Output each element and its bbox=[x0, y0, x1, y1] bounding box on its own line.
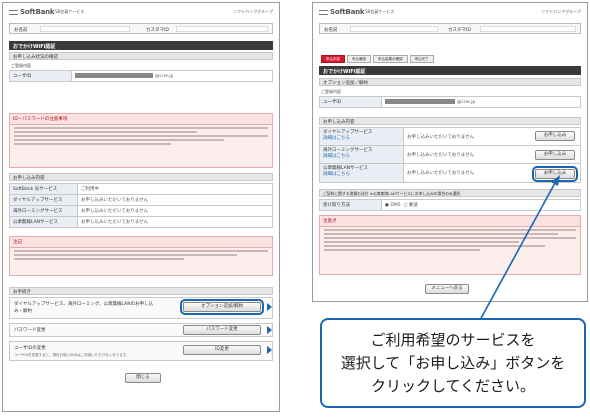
instruction-callout: ご利用希望のサービスを 選択して「お申し込み」ボタンを クリックしてください。 bbox=[320, 318, 586, 408]
callout-line-1: ご利用希望のサービスを bbox=[370, 330, 536, 349]
callout-line-2: 選択して「お申し込み」ボタンを bbox=[340, 353, 566, 372]
callout-line-3: クリックしてください。 bbox=[370, 376, 536, 395]
